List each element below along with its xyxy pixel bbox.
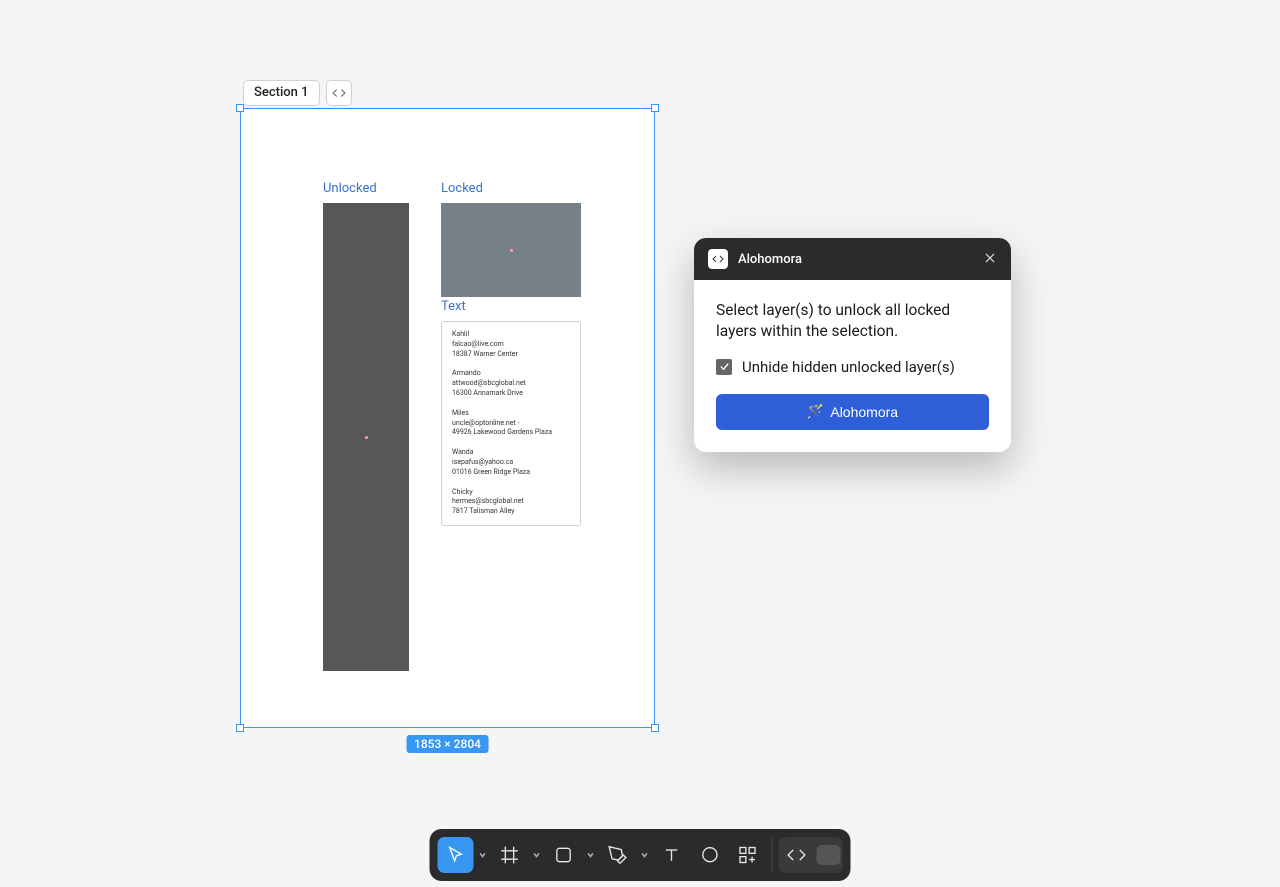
selection-handle[interactable] xyxy=(651,104,659,112)
apps-icon xyxy=(738,845,758,865)
layer-label[interactable]: Unlocked xyxy=(323,181,377,196)
chat-icon xyxy=(700,845,720,865)
checkbox-label: Unhide hidden unlocked layer(s) xyxy=(742,358,955,376)
contact-entry: Wandaisepafus@yahoo.ca01016 Green Ridge … xyxy=(452,448,570,477)
dimensions-badge: 1853 × 2804 xyxy=(406,735,489,753)
pen-tool-caret[interactable] xyxy=(638,851,652,859)
plugin-header[interactable]: Alohomora xyxy=(694,238,1011,280)
code-mode-chip[interactable] xyxy=(326,80,352,106)
center-dot-icon xyxy=(365,436,368,439)
actions-tool[interactable] xyxy=(730,837,766,873)
cursor-icon xyxy=(446,845,466,865)
center-dot-icon xyxy=(510,249,513,252)
contact-entry: Chickyhermes@sbcglobal.net7817 Talisman … xyxy=(452,488,570,517)
selection-handle[interactable] xyxy=(651,724,659,732)
contact-entry: Armandoattwood@sbcglobal.net16300 Annama… xyxy=(452,369,570,398)
text-icon xyxy=(662,845,682,865)
plugin-title: Alohomora xyxy=(738,252,973,267)
code-icon xyxy=(332,86,346,100)
wand-icon: 🪄 xyxy=(807,403,824,420)
section-label[interactable]: Section 1 xyxy=(243,80,320,106)
unhide-checkbox[interactable] xyxy=(716,359,732,375)
canvas-frame[interactable]: 1853 × 2804 Unlocked Locked Text Kahlilf… xyxy=(240,108,655,728)
pen-tool[interactable] xyxy=(600,837,636,873)
close-icon xyxy=(983,251,997,265)
frame-icon xyxy=(500,845,520,865)
shape-tool[interactable] xyxy=(546,837,582,873)
code-icon xyxy=(787,845,807,865)
comment-tool[interactable] xyxy=(692,837,728,873)
plugin-description: Select layer(s) to unlock all locked lay… xyxy=(716,300,989,342)
pen-icon xyxy=(608,845,628,865)
selection-handle[interactable] xyxy=(236,104,244,112)
close-button[interactable] xyxy=(983,250,997,269)
move-tool[interactable] xyxy=(438,837,474,873)
dev-mode-toggle[interactable] xyxy=(817,845,841,865)
rectangle-icon xyxy=(554,845,574,865)
dev-mode-button[interactable] xyxy=(781,839,813,871)
dev-mode-group xyxy=(779,837,843,873)
check-icon xyxy=(719,361,730,372)
layer-label[interactable]: Text xyxy=(441,299,466,314)
layer-label[interactable]: Locked xyxy=(441,181,483,196)
frame-tool-caret[interactable] xyxy=(530,851,544,859)
text-card[interactable]: Kahlilfalcao@live.com18387 Warner Center… xyxy=(441,321,581,526)
shape-tool-caret[interactable] xyxy=(584,851,598,859)
frame-tool[interactable] xyxy=(492,837,528,873)
selection-handle[interactable] xyxy=(236,724,244,732)
text-tool[interactable] xyxy=(654,837,690,873)
unlocked-rectangle[interactable] xyxy=(323,203,409,671)
plugin-app-icon xyxy=(708,249,728,269)
locked-rectangle[interactable] xyxy=(441,203,581,297)
plugin-dialog: Alohomora Select layer(s) to unlock all … xyxy=(694,238,1011,452)
move-tool-caret[interactable] xyxy=(476,851,490,859)
bottom-toolbar xyxy=(430,829,851,881)
contact-entry: Kahlilfalcao@live.com18387 Warner Center xyxy=(452,330,570,359)
contact-entry: Milesuncle@optonline.net -49926 Lakewood… xyxy=(452,409,570,438)
toolbar-separator xyxy=(772,837,773,873)
alohomora-button[interactable]: 🪄 Alohomora xyxy=(716,394,989,430)
